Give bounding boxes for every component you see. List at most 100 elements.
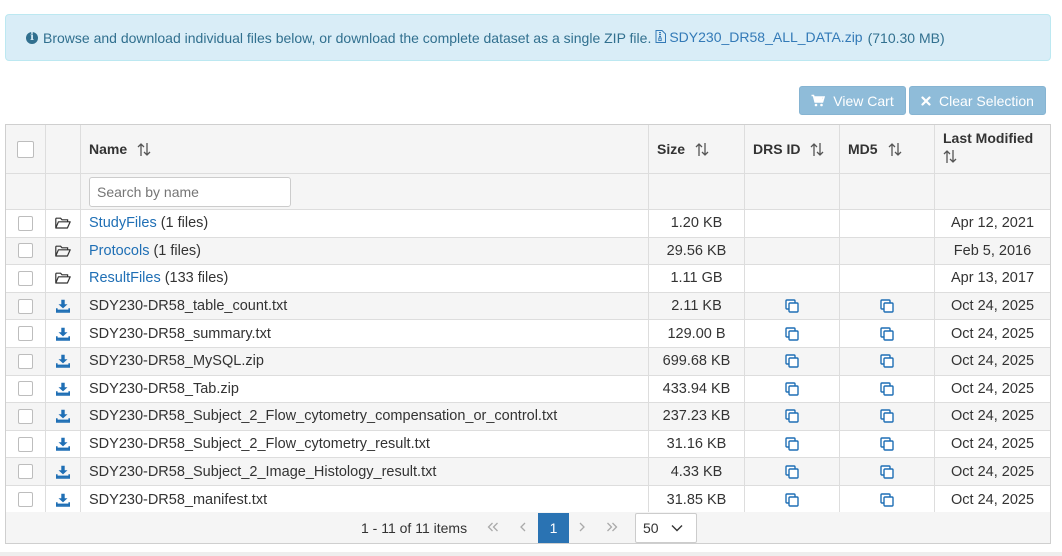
download-icon[interactable]	[56, 493, 70, 507]
file-size: 31.85 KB	[666, 491, 727, 508]
copy-md5-icon[interactable]	[880, 299, 894, 313]
sort-icon[interactable]	[695, 142, 709, 157]
row-checkbox[interactable]	[18, 298, 33, 314]
copy-drs-id-icon[interactable]	[785, 437, 799, 451]
row-icon-cell[interactable]	[46, 320, 81, 347]
row-checkbox[interactable]	[18, 381, 33, 397]
copy-drs-id-icon[interactable]	[785, 326, 799, 341]
row-checkbox[interactable]	[18, 464, 33, 480]
column-header-last-modified[interactable]: Last Modified	[935, 125, 1050, 173]
copy-md5-icon[interactable]	[880, 382, 894, 396]
download-icon[interactable]	[56, 354, 70, 369]
row-md5-cell	[840, 237, 935, 265]
copy-drs-id-icon[interactable]	[785, 354, 799, 368]
file-row[interactable]: SDY230-DR58_summary.txt 129.00 B Oct 24, 2…	[6, 320, 1050, 348]
last-modified-date: Oct 24, 2025	[950, 325, 1035, 342]
row-name-cell: SDY230-DR58_Subject_2_Flow_cytometry_com…	[81, 403, 649, 430]
copy-drs-id-icon[interactable]	[785, 464, 799, 479]
copy-md5-icon[interactable]	[880, 464, 894, 479]
view-cart-button[interactable]: View Cart	[799, 86, 906, 115]
folder-link[interactable]: StudyFiles	[89, 215, 157, 231]
row-modified-cell: Oct 24, 2025	[935, 431, 1050, 458]
copy-drs-id-icon[interactable]	[785, 409, 799, 424]
row-checkbox[interactable]	[18, 353, 33, 369]
file-row[interactable]: SDY230-DR58_Subject_2_Flow_cytometry_com…	[6, 403, 1050, 431]
row-checkbox[interactable]	[18, 492, 33, 508]
row-checkbox[interactable]	[18, 243, 33, 259]
row-name-cell: SDY230-DR58_Tab.zip	[81, 375, 649, 403]
column-header-md5[interactable]: MD5	[840, 125, 935, 173]
row-icon-cell[interactable]	[46, 458, 81, 485]
row-icon-cell[interactable]	[46, 347, 81, 375]
file-row[interactable]: SDY230-DR58_table_count.txt 2.11 KB Oct 24…	[6, 292, 1050, 321]
header-select-cell	[6, 125, 46, 173]
last-modified-date: Apr 13, 2017	[950, 270, 1035, 287]
first-page-button[interactable]	[484, 518, 502, 536]
folder-row[interactable]: StudyFiles (1 files) 1.20 KB Apr 12, 2021	[6, 210, 1050, 238]
row-size-cell: 4.33 KB	[649, 458, 745, 485]
zip-download-link[interactable]: SDY230_DR58_ALL_DATA.zip	[655, 29, 863, 46]
clear-selection-button[interactable]: Clear Selection	[909, 86, 1046, 115]
copy-md5-icon[interactable]	[880, 493, 894, 507]
file-name: SDY230-DR58_Subject_2_Flow_cytometry_com…	[89, 408, 558, 425]
row-name-cell: StudyFiles (1 files)	[81, 210, 649, 237]
folder-row[interactable]: ResultFiles (133 files) 1.11 GB Apr 13, 201…	[6, 265, 1050, 293]
row-icon-cell[interactable]	[46, 292, 81, 320]
copy-md5-icon[interactable]	[880, 437, 894, 451]
row-checkbox[interactable]	[18, 215, 33, 231]
download-icon[interactable]	[56, 409, 70, 424]
page-size-select[interactable]: 50	[635, 513, 697, 543]
row-checkbox[interactable]	[18, 408, 33, 424]
copy-md5-icon[interactable]	[880, 354, 894, 368]
copy-md5-icon[interactable]	[880, 326, 894, 341]
file-row[interactable]: SDY230-DR58_Subject_2_Flow_cytometry_res…	[6, 430, 1050, 459]
row-icon-cell[interactable]	[46, 403, 81, 430]
row-modified-cell: Oct 24, 2025	[935, 458, 1050, 485]
previous-page-button[interactable]	[514, 518, 532, 536]
column-header-name[interactable]: Name	[81, 125, 649, 173]
row-icon-cell	[46, 237, 81, 265]
copy-drs-id-icon[interactable]	[785, 382, 799, 396]
file-row[interactable]: SDY230-DR58_Subject_2_Image_Histology_re…	[6, 458, 1050, 486]
download-icon[interactable]	[56, 299, 70, 313]
folder-row[interactable]: Protocols (1 files) 29.56 KB Feb 5, 2016	[6, 237, 1050, 266]
copy-drs-id-icon[interactable]	[785, 299, 799, 313]
folder-link[interactable]: ResultFiles	[89, 270, 161, 286]
file-row[interactable]: SDY230-DR58_manifest.txt 31.85 KB Oct 24, …	[6, 485, 1050, 514]
sort-icon[interactable]	[888, 142, 902, 157]
row-checkbox[interactable]	[18, 270, 33, 286]
row-icon-cell[interactable]	[46, 485, 81, 514]
current-page-button[interactable]: 1	[538, 513, 569, 543]
download-icon[interactable]	[56, 437, 70, 451]
row-name-cell: SDY230-DR58_Subject_2_Image_Histology_re…	[81, 458, 649, 485]
download-icon[interactable]	[56, 465, 70, 479]
file-row[interactable]: SDY230-DR58_Tab.zip 433.94 KB Oct 24, 2025	[6, 375, 1050, 404]
file-row[interactable]: SDY230-DR58_MySQL.zip 699.68 KB Oct 24, 20…	[6, 347, 1050, 376]
column-header-drs-id[interactable]: DRS ID	[745, 125, 840, 173]
row-md5-cell	[840, 210, 935, 237]
row-drs-cell	[745, 320, 840, 347]
row-checkbox[interactable]	[18, 326, 33, 342]
last-page-button[interactable]	[603, 518, 621, 536]
folder-link[interactable]: Protocols	[89, 243, 149, 259]
header-icon-cell	[46, 125, 81, 173]
download-icon[interactable]	[56, 382, 70, 396]
sort-icon[interactable]	[810, 142, 824, 157]
row-icon-cell[interactable]	[46, 375, 81, 403]
copy-drs-id-icon[interactable]	[785, 493, 799, 507]
search-by-name-input[interactable]	[89, 176, 291, 207]
column-header-size[interactable]: Size	[649, 125, 745, 173]
download-icon[interactable]	[56, 327, 70, 341]
row-modified-cell: Oct 24, 2025	[935, 293, 1050, 320]
copy-md5-icon[interactable]	[880, 409, 894, 424]
select-all-checkbox[interactable]	[17, 140, 34, 158]
page-size-value: 50	[643, 520, 659, 536]
row-checkbox[interactable]	[18, 436, 33, 452]
file-size: 2.11 KB	[671, 298, 722, 315]
sort-icon[interactable]	[137, 142, 151, 157]
row-size-cell: 237.23 KB	[649, 403, 745, 430]
sort-icon[interactable]	[943, 149, 957, 164]
next-page-button[interactable]	[573, 518, 591, 536]
last-modified-date: Oct 24, 2025	[950, 298, 1035, 315]
row-icon-cell[interactable]	[46, 430, 81, 458]
